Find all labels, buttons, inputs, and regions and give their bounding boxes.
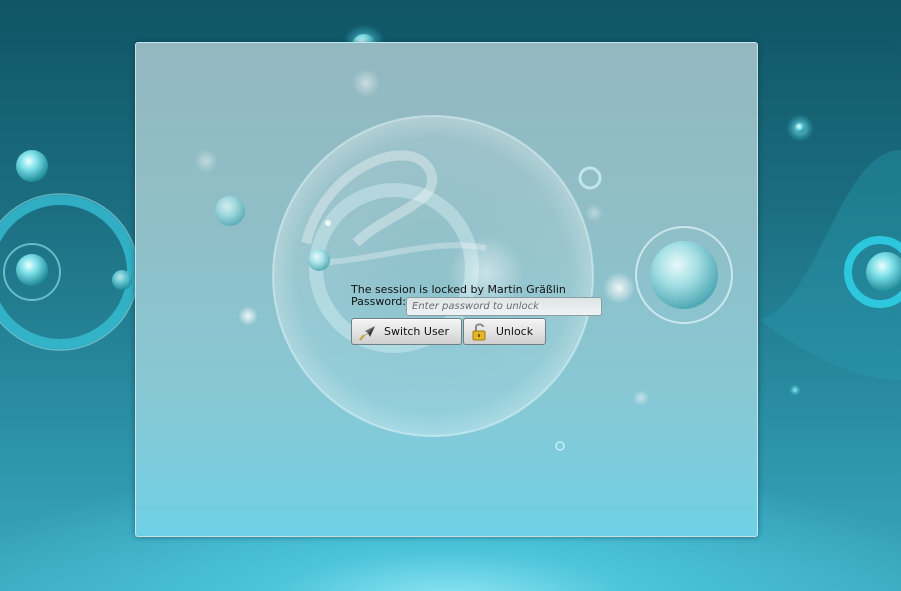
unlock-label: Unlock bbox=[495, 325, 534, 338]
screen-locker-panel: The session is locked by Martin Gräßlin … bbox=[135, 42, 758, 537]
unlock-button[interactable]: Unlock bbox=[463, 318, 546, 345]
switch-user-button[interactable]: Switch User bbox=[351, 318, 462, 345]
password-input[interactable] bbox=[406, 297, 602, 316]
password-label: Password: bbox=[351, 295, 407, 308]
padlock-open-icon bbox=[470, 322, 490, 342]
switch-user-label: Switch User bbox=[384, 325, 449, 338]
rocket-icon bbox=[358, 322, 378, 342]
